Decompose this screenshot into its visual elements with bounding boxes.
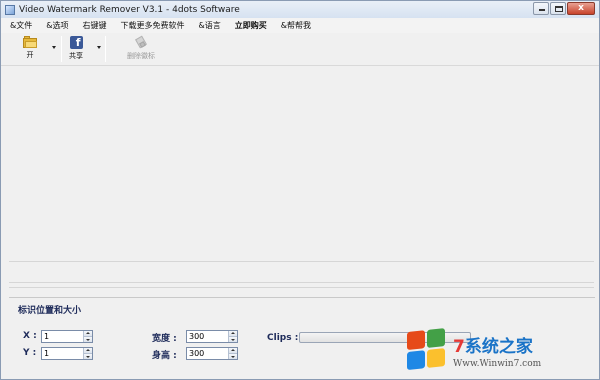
toolbar: 开 f 共享 删除徽标 <box>1 33 599 66</box>
maximize-button[interactable] <box>550 2 566 15</box>
menu-download-free-software[interactable]: 下载更多免费软件 <box>121 20 185 31</box>
windows-logo-icon <box>407 328 447 372</box>
window-title: Video Watermark Remover V3.1 - 4dots Sof… <box>19 4 240 15</box>
y-value: 1 <box>44 349 50 358</box>
minimize-icon <box>539 9 545 11</box>
height-stepper[interactable]: 300 <box>186 347 238 360</box>
width-label: 宽度 : <box>152 334 177 344</box>
folder-open-icon <box>23 36 37 48</box>
x-label: X : <box>23 331 37 341</box>
facebook-icon: f <box>69 36 83 49</box>
menu-bar: &文件 &选项 右键键 下载更多免费软件 &语言 立即购买 &帮帮我 <box>1 18 599 33</box>
watermark-logo: 7系统之家 Www.Winwin7.com <box>407 325 597 375</box>
eraser-icon <box>134 35 148 49</box>
app-icon <box>5 4 15 15</box>
y-label: Y : <box>23 348 37 358</box>
menu-language[interactable]: &语言 <box>199 20 221 31</box>
x-stepper[interactable]: 1 <box>41 330 93 343</box>
height-value: 300 <box>189 349 205 358</box>
height-down-arrow-icon[interactable] <box>229 354 237 359</box>
menu-right-click[interactable]: 右键键 <box>83 20 107 31</box>
remove-logo-label: 删除徽标 <box>127 52 155 60</box>
remove-logo-button[interactable]: 删除徽标 <box>127 35 155 61</box>
y-down-arrow-icon[interactable] <box>84 354 92 359</box>
app-window: Video Watermark Remover V3.1 - 4dots Sof… <box>0 0 600 380</box>
menu-options[interactable]: &选项 <box>46 20 68 31</box>
clips-label: Clips : <box>267 333 299 343</box>
divider <box>9 261 594 262</box>
window-controls: x <box>532 2 595 15</box>
maximize-icon <box>555 6 563 12</box>
open-dropdown-arrow-icon[interactable] <box>52 46 56 49</box>
height-label: 身高 : <box>152 351 177 361</box>
watermark-url: Www.Winwin7.com <box>453 358 542 369</box>
x-down-arrow-icon[interactable] <box>84 337 92 342</box>
menu-file[interactable]: &文件 <box>10 20 32 31</box>
menu-buy-now[interactable]: 立即购买 <box>235 20 267 31</box>
y-stepper[interactable]: 1 <box>41 347 93 360</box>
watermark-main: 系统之家 <box>464 336 533 357</box>
share-label: 共享 <box>69 52 83 60</box>
panel-title: 标识位置和大小 <box>18 306 82 316</box>
video-preview-area[interactable] <box>7 67 595 259</box>
watermark-text: 7系统之家 <box>453 332 541 357</box>
width-down-arrow-icon[interactable] <box>229 337 237 342</box>
toolbar-separator <box>61 36 62 62</box>
share-dropdown-arrow-icon[interactable] <box>97 46 101 49</box>
title-bar[interactable]: Video Watermark Remover V3.1 - 4dots Sof… <box>1 1 599 18</box>
toolbar-separator <box>105 36 106 62</box>
share-button[interactable]: f 共享 <box>69 36 83 61</box>
timeline-track[interactable] <box>9 287 594 288</box>
close-button[interactable]: x <box>567 2 595 15</box>
width-value: 300 <box>189 332 205 341</box>
width-stepper[interactable]: 300 <box>186 330 238 343</box>
watermark-seven: 7 <box>453 336 465 357</box>
divider <box>9 282 594 283</box>
menu-help[interactable]: &帮帮我 <box>281 20 311 31</box>
close-icon: x <box>578 3 584 13</box>
minimize-button[interactable] <box>533 2 549 15</box>
open-label: 开 <box>26 51 34 59</box>
x-value: 1 <box>44 332 50 341</box>
open-button[interactable]: 开 <box>23 36 37 60</box>
